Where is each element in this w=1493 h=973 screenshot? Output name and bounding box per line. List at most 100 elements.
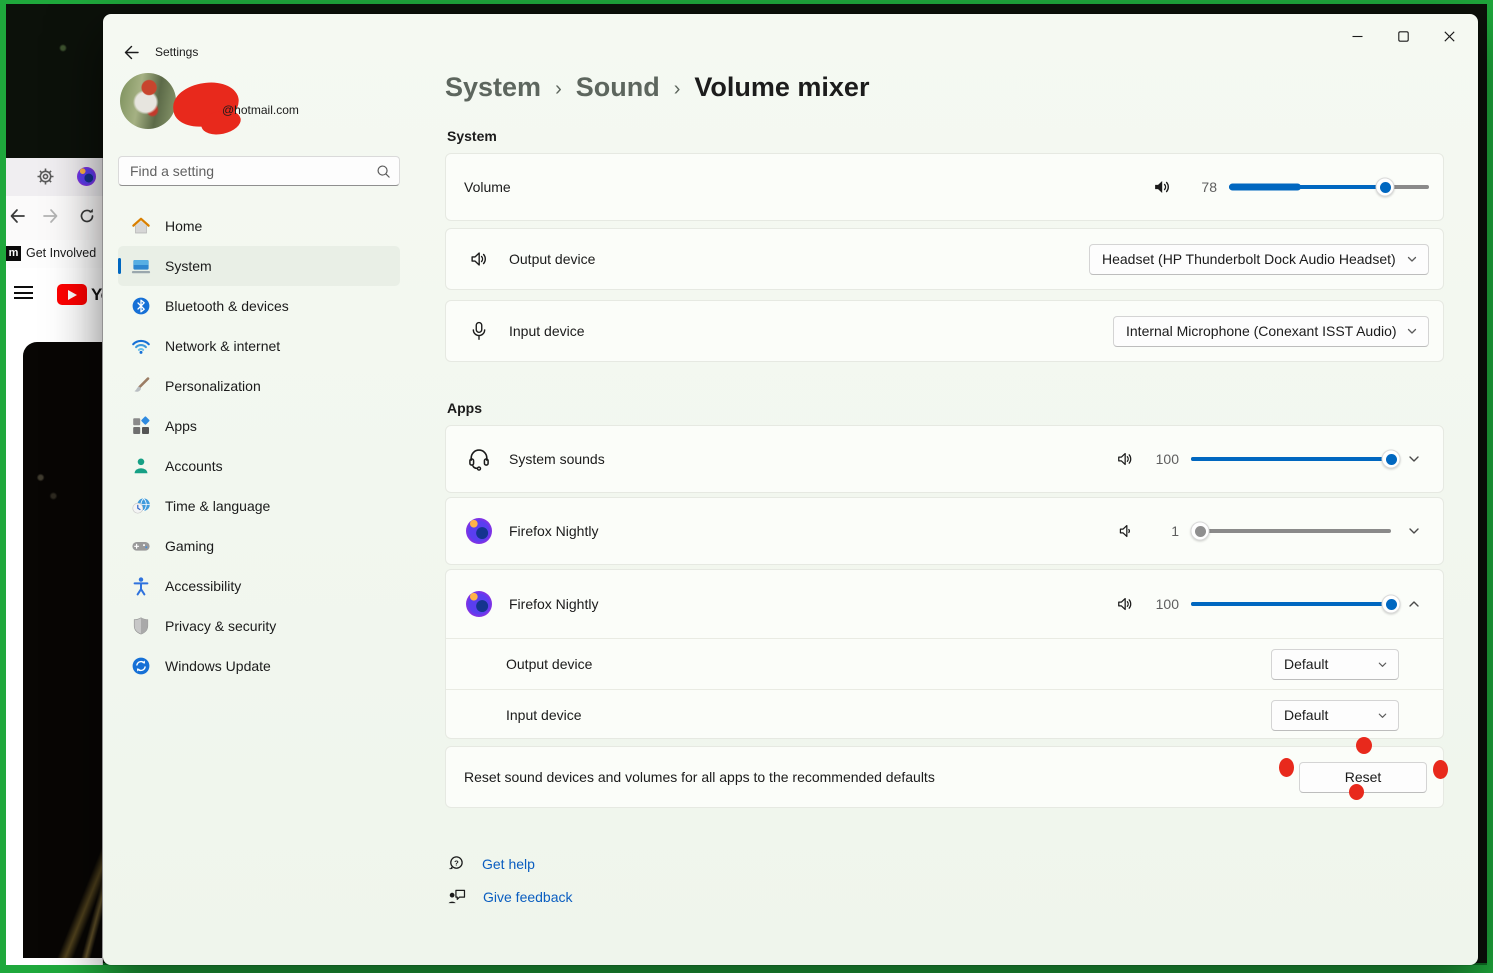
output-device-label: Output device [509, 251, 596, 267]
breadcrumb-sound[interactable]: Sound [576, 72, 660, 103]
browser-bookmarks-bar: m Get Involved [6, 240, 103, 268]
slider-thumb[interactable] [1381, 449, 1401, 469]
volume-slider[interactable] [1229, 176, 1429, 198]
speaker-icon[interactable] [1115, 594, 1135, 614]
input-device-label: Input device [509, 323, 585, 339]
youtube-logo-icon[interactable] [57, 284, 87, 305]
minimize-button[interactable] [1334, 20, 1380, 52]
maximize-button[interactable] [1380, 20, 1426, 52]
sidebar-item-gaming[interactable]: Gaming [118, 526, 400, 566]
feedback-icon [447, 887, 466, 906]
slider-thumb[interactable] [1190, 521, 1210, 541]
youtube-wordmark: Yo [91, 285, 102, 304]
chevron-down-icon [1377, 659, 1388, 670]
firefox-nightly-icon[interactable] [77, 167, 96, 186]
app-name: Firefox Nightly [509, 523, 599, 539]
browser-forward-icon[interactable] [42, 207, 60, 225]
back-button[interactable] [119, 40, 143, 64]
app-volume-slider[interactable] [1190, 520, 1391, 542]
breadcrumb: System › Sound › Volume mixer [445, 72, 869, 103]
input-device-dropdown[interactable]: Internal Microphone (Conexant ISST Audio… [1113, 315, 1429, 347]
annotation-dot [1356, 737, 1372, 754]
apps-icon [131, 416, 151, 436]
app-output-device-dropdown[interactable]: Default [1271, 648, 1399, 680]
speaker-icon[interactable] [1151, 176, 1173, 198]
speaker-low-icon[interactable] [1115, 521, 1135, 541]
sidebar-item-apps[interactable]: Apps [118, 406, 400, 446]
sidebar-item-accounts[interactable]: Accounts [118, 446, 400, 486]
search-box[interactable] [118, 156, 400, 186]
app-output-device-label: Output device [506, 656, 593, 672]
volume-value: 78 [1201, 179, 1217, 195]
video-player[interactable] [23, 342, 102, 958]
app-volume-value: 1 [1171, 523, 1179, 539]
slider-thumb[interactable] [1375, 177, 1395, 197]
sidebar-item-home[interactable]: Home [118, 206, 400, 246]
app-volume-value: 100 [1155, 451, 1179, 467]
browser-toolbar [6, 158, 103, 196]
input-device-card: Input device Internal Microphone (Conexa… [445, 300, 1444, 362]
firefox-nightly-icon [464, 518, 494, 544]
sidebar-item-privacy-security[interactable]: Privacy & security [118, 606, 400, 646]
sidebar-item-windows-update[interactable]: Windows Update [118, 646, 400, 686]
output-device-dropdown[interactable]: Headset (HP Thunderbolt Dock Audio Heads… [1089, 243, 1429, 275]
app-volume-value: 100 [1155, 596, 1179, 612]
section-header-apps: Apps [447, 400, 482, 416]
gear-icon[interactable] [36, 167, 55, 186]
chevron-down-icon [1377, 710, 1388, 721]
output-device-card: Output device Headset (HP Thunderbolt Do… [445, 228, 1444, 290]
time-language-icon [131, 496, 151, 516]
windows-update-icon [131, 656, 151, 676]
app-row-firefox-nightly-2: Firefox Nightly 100 Output device Defaul… [445, 569, 1444, 739]
app-name: System sounds [509, 451, 605, 467]
chevron-down-icon [1406, 253, 1418, 265]
speaker-icon[interactable] [1115, 449, 1135, 469]
app-volume-slider[interactable] [1191, 593, 1401, 615]
browser-navigation-bar [6, 196, 103, 240]
search-input[interactable] [130, 163, 376, 179]
reset-card: Reset sound devices and volumes for all … [445, 746, 1444, 808]
bookmark-get-involved[interactable]: Get Involved [26, 246, 96, 260]
get-help-link[interactable]: ? Get help [447, 854, 535, 873]
window-title: Settings [155, 45, 199, 59]
app-row-firefox-nightly-1[interactable]: Firefox Nightly 1 [445, 497, 1444, 565]
personalization-icon [131, 376, 151, 396]
volume-label: Volume [464, 179, 511, 195]
chevron-down-icon [1406, 325, 1418, 337]
sidebar-item-network-internet[interactable]: Network & internet [118, 326, 400, 366]
annotation-dot [1433, 760, 1448, 779]
app-row-system-sounds[interactable]: System sounds 100 [445, 425, 1444, 493]
accessibility-icon [131, 576, 151, 596]
network-icon [131, 336, 151, 356]
expand-chevron-down-icon[interactable] [1399, 516, 1429, 546]
svg-text:?: ? [454, 858, 459, 867]
accounts-icon [131, 456, 151, 476]
app-input-device-dropdown[interactable]: Default [1271, 699, 1399, 731]
headset-icon [464, 446, 494, 472]
chevron-right-icon: › [673, 77, 681, 100]
sidebar-item-accessibility[interactable]: Accessibility [118, 566, 400, 606]
sidebar-item-bluetooth-devices[interactable]: Bluetooth & devices [118, 286, 400, 326]
avatar[interactable] [120, 73, 176, 129]
close-button[interactable] [1426, 20, 1472, 52]
bluetooth-icon [131, 296, 151, 316]
expand-chevron-down-icon[interactable] [1399, 444, 1429, 474]
section-header-system: System [447, 128, 497, 144]
system-icon [131, 256, 151, 276]
sidebar-nav: Home System Bluetooth & devices Network … [118, 206, 400, 686]
hamburger-menu-icon[interactable] [14, 286, 33, 299]
app-row-header[interactable]: Firefox Nightly 100 [446, 570, 1443, 638]
sidebar-item-time-language[interactable]: Time & language [118, 486, 400, 526]
breadcrumb-system[interactable]: System [445, 72, 541, 103]
gaming-icon [131, 536, 151, 556]
app-volume-slider[interactable] [1191, 448, 1401, 470]
browser-reload-icon[interactable] [78, 207, 96, 225]
slider-thumb[interactable] [1381, 594, 1401, 614]
browser-back-icon[interactable] [8, 207, 26, 225]
collapse-chevron-up-icon[interactable] [1399, 589, 1429, 619]
sidebar-item-personalization[interactable]: Personalization [118, 366, 400, 406]
give-feedback-link[interactable]: Give feedback [447, 887, 573, 906]
account-email: @hotmail.com [222, 103, 299, 117]
app-input-device-label: Input device [506, 707, 582, 723]
sidebar-item-system[interactable]: System [118, 246, 400, 286]
